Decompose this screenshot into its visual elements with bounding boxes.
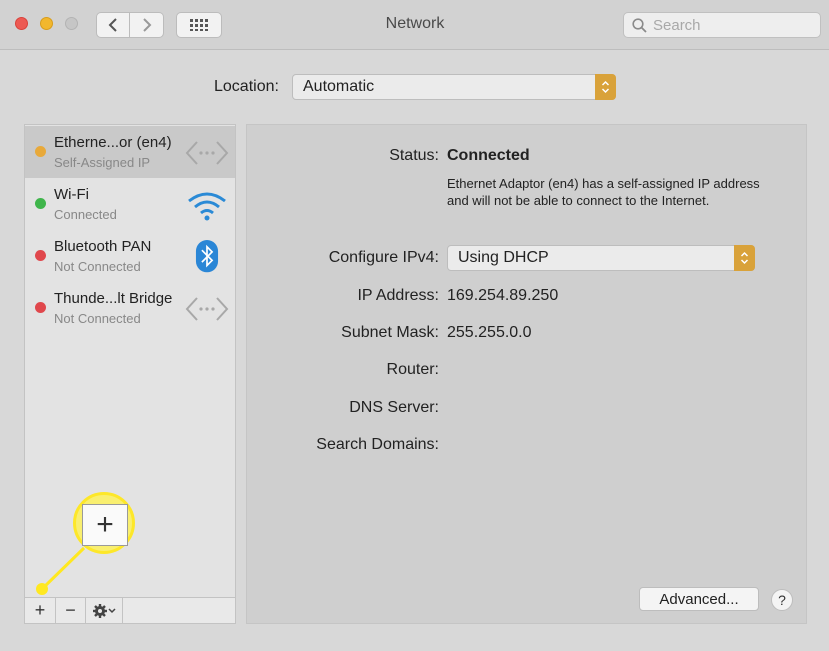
ip-address-value: 169.254.89.250 <box>447 287 559 304</box>
service-name: Etherne...or (en4) <box>54 134 172 151</box>
plus-icon: + <box>96 508 114 541</box>
back-button[interactable] <box>96 12 130 38</box>
dns-server-label: DNS Server: <box>349 399 439 416</box>
configure-ipv4-popup[interactable]: Using DHCP <box>447 245 755 271</box>
updown-arrows-icon <box>595 74 616 100</box>
router-label: Router: <box>386 361 439 378</box>
status-dot <box>35 146 46 157</box>
subnet-mask-value: 255.255.0.0 <box>447 324 532 341</box>
bluetooth-icon <box>195 240 219 273</box>
remove-service-button[interactable]: − <box>56 598 86 623</box>
services-list: Etherne...or (en4) Self-Assigned IP Wi-F… <box>24 124 236 624</box>
status-dot <box>35 198 46 209</box>
service-thunderbolt-bridge[interactable]: Thunde...lt Bridge Not Connected <box>25 282 235 334</box>
help-button[interactable]: ? <box>771 589 793 611</box>
callout-add-button-magnified: + <box>82 504 128 546</box>
gear-icon <box>93 603 116 618</box>
location-value: Automatic <box>303 78 375 95</box>
status-dot <box>35 302 46 313</box>
search-input[interactable] <box>653 16 813 34</box>
advanced-button[interactable]: Advanced... <box>639 587 759 611</box>
add-service-button[interactable]: + <box>25 598 56 623</box>
subnet-mask-label: Subnet Mask: <box>341 324 439 341</box>
window-title: Network <box>385 15 445 32</box>
search-field[interactable] <box>623 12 821 38</box>
service-name: Bluetooth PAN <box>54 238 152 255</box>
chevron-right-icon <box>142 18 151 32</box>
service-status: Self-Assigned IP <box>54 155 151 170</box>
status-value: Connected <box>447 147 530 164</box>
search-icon <box>632 17 647 33</box>
forward-button[interactable] <box>130 12 164 38</box>
grid-icon <box>190 19 208 31</box>
service-status: Connected <box>54 207 117 222</box>
location-label: Location: <box>214 78 279 95</box>
ethernet-arrows-icon <box>185 297 229 321</box>
search-domains-label: Search Domains: <box>316 436 439 453</box>
details-panel: Status: Connected Ethernet Adaptor (en4)… <box>246 124 807 624</box>
chevron-left-icon <box>108 18 117 32</box>
ethernet-arrows-icon <box>185 141 229 165</box>
service-wifi[interactable]: Wi-Fi Connected <box>25 178 235 230</box>
service-name: Thunde...lt Bridge <box>54 290 173 307</box>
action-menu-button[interactable] <box>86 598 123 623</box>
configure-ipv4-value: Using DHCP <box>458 249 549 266</box>
configure-ipv4-label: Configure IPv4: <box>328 249 439 266</box>
service-ethernet[interactable]: Etherne...or (en4) Self-Assigned IP <box>25 126 235 178</box>
updown-arrows-icon <box>734 245 755 271</box>
status-dot <box>35 250 46 261</box>
close-window-button[interactable] <box>15 17 28 30</box>
ip-address-label: IP Address: <box>357 287 439 304</box>
zoom-window-button[interactable] <box>65 17 78 30</box>
minimize-window-button[interactable] <box>40 17 53 30</box>
service-status: Not Connected <box>54 259 141 274</box>
show-all-button[interactable] <box>176 12 222 38</box>
service-name: Wi-Fi <box>54 186 89 203</box>
status-description: Ethernet Adaptor (en4) has a self-assign… <box>447 176 760 208</box>
status-label: Status: <box>389 147 439 164</box>
title-bar: Network <box>0 0 829 50</box>
location-popup[interactable]: Automatic <box>292 74 616 100</box>
services-toolbar: + − <box>25 597 235 623</box>
service-bluetooth-pan[interactable]: Bluetooth PAN Not Connected <box>25 230 235 282</box>
wifi-icon <box>188 192 226 221</box>
service-status: Not Connected <box>54 311 141 326</box>
